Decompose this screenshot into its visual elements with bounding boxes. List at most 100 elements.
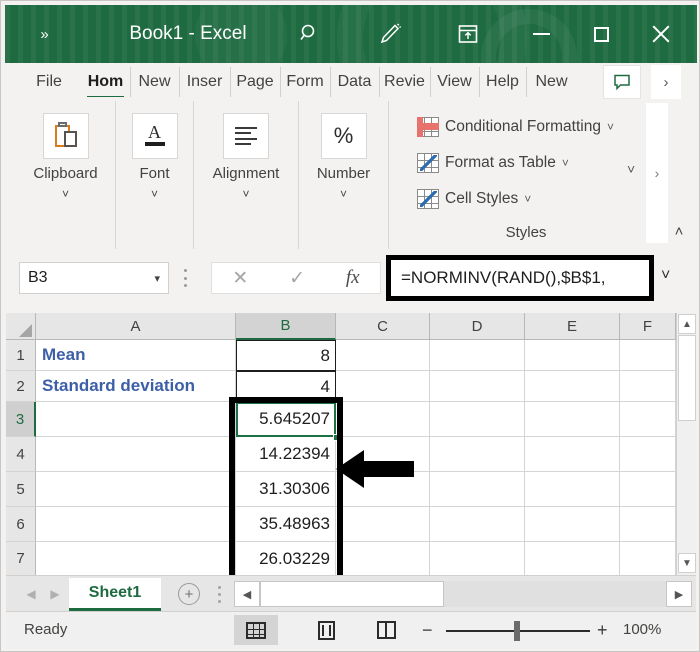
- number-dropdown-chevron[interactable]: ˅: [299, 187, 388, 201]
- cell-f1[interactable]: [620, 340, 676, 371]
- cell-f4[interactable]: [620, 437, 676, 472]
- chevron-down-icon[interactable]: ˅: [524, 192, 531, 206]
- clipboard-dropdown-chevron[interactable]: ˅: [16, 187, 115, 201]
- column-header-f[interactable]: F: [620, 313, 676, 340]
- cell-f7[interactable]: [620, 542, 676, 575]
- chevron-down-icon[interactable]: ▾: [154, 272, 160, 285]
- next-sheet-button[interactable]: ▶: [44, 584, 66, 604]
- ribbon-collapse-button[interactable]: ˄: [666, 219, 692, 243]
- formula-input[interactable]: =NORMINV(RAND(),$B$1,: [386, 255, 654, 301]
- alignment-button[interactable]: [223, 113, 269, 159]
- cell-f2[interactable]: [620, 371, 676, 402]
- column-header-c[interactable]: C: [336, 313, 430, 340]
- font-button[interactable]: A: [132, 113, 178, 159]
- column-header-b[interactable]: B: [236, 313, 336, 340]
- cancel-icon[interactable]: ✕: [232, 267, 248, 290]
- cell-c4[interactable]: [336, 437, 430, 472]
- select-all-corner[interactable]: [6, 313, 36, 340]
- cell-c3[interactable]: [336, 402, 430, 437]
- cell-a7[interactable]: [36, 542, 236, 575]
- chevron-down-icon[interactable]: ˅: [607, 120, 614, 134]
- cell-b6[interactable]: 35.48963: [236, 507, 336, 542]
- ribbon-group-font[interactable]: A Font ˅: [116, 101, 194, 249]
- cell-d4[interactable]: [430, 437, 525, 472]
- format-as-table-button[interactable]: Format as Table ˅: [417, 149, 569, 177]
- cell-a6[interactable]: [36, 507, 236, 542]
- tab-formulas[interactable]: Form: [280, 67, 329, 97]
- page-layout-view-button[interactable]: [304, 615, 348, 645]
- cell-a5[interactable]: [36, 472, 236, 507]
- zoom-level-label[interactable]: 100%: [623, 621, 661, 638]
- cell-a1[interactable]: Mean: [36, 340, 236, 371]
- cell-c5[interactable]: [336, 472, 430, 507]
- quick-access-toolbar-overflow-button[interactable]: »: [27, 19, 61, 49]
- cell-e7[interactable]: [525, 542, 620, 575]
- row-header-7[interactable]: 7: [6, 542, 36, 575]
- scroll-left-button[interactable]: ◀: [234, 581, 260, 607]
- name-box[interactable]: B3 ▾: [19, 262, 169, 294]
- cell-e1[interactable]: [525, 340, 620, 371]
- row-header-6[interactable]: 6: [6, 507, 36, 542]
- cell-f5[interactable]: [620, 472, 676, 507]
- ribbon-group-clipboard[interactable]: Clipboard ˅: [16, 101, 116, 249]
- chevron-down-icon[interactable]: ˅: [562, 156, 569, 170]
- cell-d5[interactable]: [430, 472, 525, 507]
- cell-c1[interactable]: [336, 340, 430, 371]
- cell-a4[interactable]: [36, 437, 236, 472]
- sheet-tab-splitter[interactable]: [218, 586, 222, 603]
- vertical-scrollbar[interactable]: ▲ ▼: [676, 313, 696, 575]
- ribbon-display-options-icon[interactable]: [451, 19, 485, 49]
- cell-d6[interactable]: [430, 507, 525, 542]
- enter-icon[interactable]: ✓: [289, 267, 305, 290]
- horizontal-scrollbar-track[interactable]: [260, 581, 666, 607]
- column-header-a[interactable]: A: [36, 313, 236, 340]
- row-header-2[interactable]: 2: [6, 371, 36, 402]
- normal-view-button[interactable]: [234, 615, 278, 645]
- fill-handle[interactable]: [333, 434, 340, 441]
- minimize-button[interactable]: [523, 19, 559, 49]
- tab-new[interactable]: New: [130, 67, 178, 97]
- vertical-scrollbar-thumb[interactable]: [678, 335, 696, 421]
- pen-draw-icon[interactable]: [373, 19, 407, 49]
- horizontal-scrollbar[interactable]: ◀ ▶: [234, 581, 692, 607]
- cell-f6[interactable]: [620, 507, 676, 542]
- cell-c2[interactable]: [336, 371, 430, 402]
- previous-sheet-button[interactable]: ◀: [20, 584, 42, 604]
- cell-e3[interactable]: [525, 402, 620, 437]
- cell-f3[interactable]: [620, 402, 676, 437]
- ribbon-group-expand-chevron[interactable]: ˅: [627, 161, 635, 177]
- cell-a2[interactable]: Standard deviation: [36, 371, 236, 402]
- row-header-4[interactable]: 4: [6, 437, 36, 472]
- ribbon-group-number[interactable]: % Number ˅: [299, 101, 389, 249]
- cell-b7[interactable]: 26.03229: [236, 542, 336, 575]
- scroll-up-button[interactable]: ▲: [678, 314, 696, 334]
- tab-page-layout[interactable]: Page: [230, 67, 279, 97]
- cell-d1[interactable]: [430, 340, 525, 371]
- tab-view[interactable]: View: [430, 67, 478, 97]
- zoom-out-button[interactable]: −: [422, 620, 433, 641]
- cell-e5[interactable]: [525, 472, 620, 507]
- number-button[interactable]: %: [321, 113, 367, 159]
- tab-file[interactable]: File: [24, 67, 74, 97]
- close-button[interactable]: [643, 19, 679, 49]
- zoom-in-button[interactable]: +: [597, 620, 608, 641]
- search-icon[interactable]: [293, 19, 327, 49]
- cell-d3[interactable]: [430, 402, 525, 437]
- tab-new-2[interactable]: New: [526, 67, 576, 97]
- cell-b4[interactable]: 14.22394: [236, 437, 336, 472]
- add-sheet-button[interactable]: +: [178, 583, 200, 605]
- tab-home[interactable]: Hom: [82, 67, 129, 97]
- cell-c6[interactable]: [336, 507, 430, 542]
- tab-help[interactable]: Help: [479, 67, 525, 97]
- ribbon-group-alignment[interactable]: Alignment ˅: [194, 101, 299, 249]
- sheet-tab-sheet1[interactable]: Sheet1: [69, 578, 161, 611]
- cell-b1[interactable]: 8: [236, 340, 336, 371]
- cell-b2[interactable]: 4: [236, 371, 336, 402]
- cell-d7[interactable]: [430, 542, 525, 575]
- row-header-3[interactable]: 3: [6, 402, 36, 437]
- page-break-view-button[interactable]: [364, 615, 408, 645]
- alignment-dropdown-chevron[interactable]: ˅: [194, 187, 298, 201]
- tab-review[interactable]: Revie: [379, 67, 429, 97]
- cell-b3[interactable]: 5.645207: [236, 402, 336, 437]
- ribbon-scroll-right-button[interactable]: ›: [646, 103, 668, 243]
